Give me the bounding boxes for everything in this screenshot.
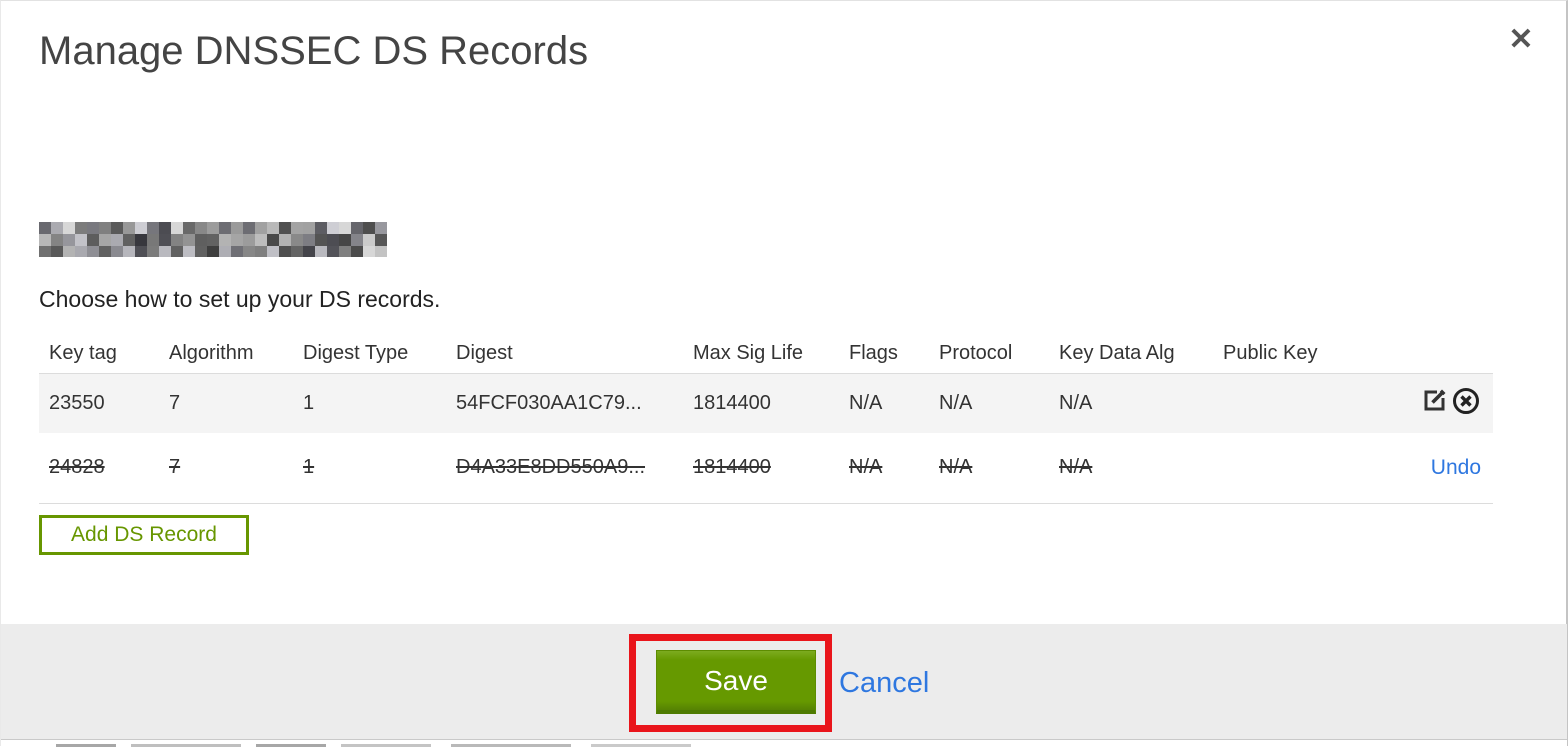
header-max-sig-life: Max Sig Life — [693, 342, 804, 365]
table-row-ds-record-2-deleted: 24828 7 1 D4A33E8DD550A9... 1814400 N/A … — [39, 433, 1493, 503]
cell-protocol: N/A — [939, 391, 973, 414]
page-title: Manage DNSSEC DS Records — [39, 29, 589, 73]
redacted-domain-name — [39, 222, 387, 257]
cell-key-data-alg: N/A — [1059, 456, 1093, 479]
cell-algorithm: 7 — [169, 391, 181, 414]
save-button[interactable]: Save — [656, 650, 816, 714]
edit-record-button[interactable] — [1420, 386, 1449, 415]
header-key-data-alg: Key Data Alg — [1059, 342, 1175, 365]
cell-algorithm: 7 — [169, 456, 181, 479]
cell-key-tag: 24828 — [49, 456, 105, 479]
header-digest: Digest — [456, 342, 513, 365]
header-actions — [1343, 335, 1493, 373]
cell-actions — [1343, 373, 1493, 433]
ds-records-table: Key tag Algorithm Digest Type Digest Max… — [39, 335, 1493, 504]
cell-public-key — [1213, 433, 1343, 503]
edit-pencil-icon — [1420, 389, 1449, 418]
cell-max-sig-life: 1814400 — [693, 391, 771, 414]
cell-digest-type: 1 — [303, 391, 315, 414]
table-header-row: Key tag Algorithm Digest Type Digest Max… — [39, 335, 1493, 373]
header-flags: Flags — [849, 342, 898, 365]
cell-max-sig-life: 1814400 — [693, 456, 771, 479]
cancel-link[interactable]: Cancel — [839, 667, 929, 700]
header-protocol: Protocol — [939, 342, 1013, 365]
cell-key-tag: 23550 — [49, 391, 105, 414]
table-row-ds-record-1: 23550 7 1 54FCF030AA1C79... 1814400 N/A … — [39, 373, 1493, 433]
cell-key-data-alg: N/A — [1059, 391, 1093, 414]
add-ds-record-button[interactable]: Add DS Record — [39, 515, 249, 555]
header-algorithm: Algorithm — [169, 342, 254, 365]
circle-x-icon — [1451, 387, 1481, 419]
cell-digest: 54FCF030AA1C79... — [456, 391, 642, 414]
cell-digest-type: 1 — [303, 456, 315, 479]
header-key-tag: Key tag — [49, 342, 117, 365]
cell-flags: N/A — [849, 456, 883, 479]
close-icon[interactable]: ✕ — [1501, 19, 1541, 59]
header-public-key: Public Key — [1223, 342, 1318, 365]
cell-public-key — [1213, 373, 1343, 433]
delete-record-icon[interactable] — [1451, 386, 1481, 416]
cell-protocol: N/A — [939, 456, 973, 479]
cell-digest: D4A33E8DD550A9... — [456, 456, 646, 479]
dnssec-modal: Manage DNSSEC DS Records ✕ Choose how to… — [0, 0, 1568, 747]
cell-flags: N/A — [849, 391, 883, 414]
ds-records-instruction: Choose how to set up your DS records. — [39, 286, 441, 312]
cell-actions: Undo — [1343, 433, 1493, 503]
header-digest-type: Digest Type — [303, 342, 409, 365]
undo-delete-link[interactable]: Undo — [1431, 456, 1481, 480]
